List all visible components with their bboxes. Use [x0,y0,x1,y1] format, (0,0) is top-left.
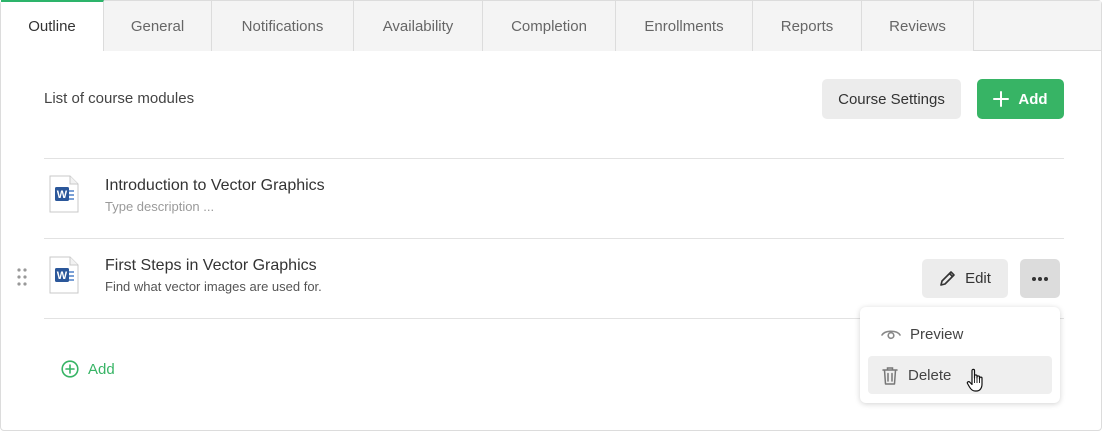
more-options-button[interactable] [1020,259,1060,298]
edit-label: Edit [965,270,991,287]
hand-pointer-cursor-icon [966,368,983,392]
page-title: List of course modules [44,90,195,107]
tab-reports[interactable]: Reports [753,1,862,51]
tab-completion[interactable]: Completion [483,1,616,51]
tab-reviews[interactable]: Reviews [862,1,974,51]
add-module-button[interactable]: Add [977,79,1064,119]
divider [44,238,1064,239]
menu-item-label: Delete [908,366,952,384]
svg-text:W: W [57,189,68,201]
plus-icon [993,91,1010,107]
tab-availability[interactable]: Availability [354,1,483,51]
module-title[interactable]: Introduction to Vector Graphics [105,177,325,195]
add-module-link-label: Add [88,360,115,378]
word-document-icon: W [49,175,79,213]
course-settings-button[interactable]: Course Settings [822,79,961,119]
add-module-link[interactable]: Add [61,360,115,378]
svg-text:W: W [57,270,68,282]
eye-icon [881,330,901,340]
tab-enrollments[interactable]: Enrollments [616,1,753,51]
course-outline-panel: Outline General Notifications Availabili… [0,0,1102,431]
module-title[interactable]: First Steps in Vector Graphics [105,257,317,275]
divider [44,158,1064,159]
tab-bar: Outline General Notifications Availabili… [1,0,1101,51]
menu-item-delete[interactable]: Delete [868,356,1052,394]
add-module-label: Add [1018,90,1048,108]
word-document-icon: W [49,256,79,294]
more-horizontal-icon [1032,276,1048,281]
trash-icon [882,366,898,385]
tab-general[interactable]: General [104,1,212,51]
tab-notifications[interactable]: Notifications [212,1,354,51]
edit-button[interactable]: Edit [922,259,1008,298]
pencil-icon [940,271,955,286]
menu-item-preview[interactable]: Preview [868,315,1052,353]
plus-circle-icon [61,360,79,378]
module-description[interactable]: Find what vector images are used for. [105,279,322,294]
tab-bar-filler [974,1,1101,50]
context-menu: Preview Delete [860,307,1060,403]
module-description[interactable]: Type description ... [105,199,214,214]
menu-item-label: Preview [910,325,964,343]
tab-outline[interactable]: Outline [1,0,104,51]
drag-handle-icon[interactable] [16,267,28,287]
